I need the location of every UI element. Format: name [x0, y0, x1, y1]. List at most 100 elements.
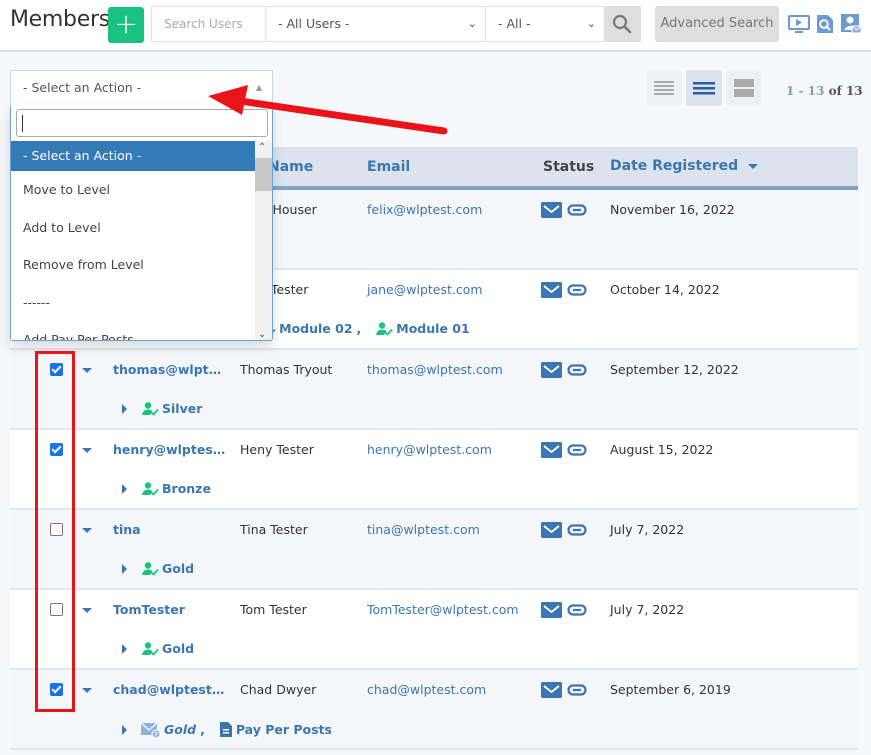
username-link[interactable]: tina — [113, 522, 228, 537]
date-registered: November 16, 2022 — [610, 202, 735, 217]
action-option[interactable]: Remove from Level — [11, 246, 256, 284]
status-filter-value: - All - — [498, 16, 531, 31]
scroll-up-icon[interactable]: ⌃ — [258, 142, 266, 153]
column-date-header[interactable]: Date Registered — [610, 158, 759, 174]
level-name: Module 02 — [279, 321, 353, 336]
expand-levels-icon[interactable] — [122, 403, 127, 414]
scroll-down-icon[interactable]: ⌄ — [258, 329, 266, 340]
status-icons — [541, 202, 587, 218]
email-icon[interactable] — [541, 282, 562, 298]
action-option[interactable]: - Select an Action - — [11, 141, 256, 171]
document-search-icon[interactable] — [814, 13, 836, 35]
action-option[interactable]: Add Pay Per Posts — [11, 321, 256, 340]
username-link[interactable]: chad@wlptest.com — [113, 682, 228, 697]
expand-row-icon[interactable] — [82, 368, 92, 373]
status-filter-select[interactable]: - All - ⌄ — [486, 7, 604, 41]
username-link[interactable]: henry@wlptest.com — [113, 442, 228, 457]
expand-levels-icon[interactable] — [122, 724, 127, 735]
view-normal-button[interactable] — [686, 70, 722, 106]
email-link[interactable]: TomTester@wlptest.com — [367, 602, 519, 617]
expand-levels-icon[interactable] — [122, 643, 127, 654]
scrollbar-thumb[interactable] — [255, 158, 272, 191]
svg-text:?: ? — [154, 731, 158, 738]
view-compact-button[interactable] — [646, 70, 682, 106]
link-icon[interactable] — [567, 444, 587, 456]
expand-row-icon[interactable] — [82, 688, 92, 693]
action-dropdown: - Select an Action - Move to Level Add t… — [10, 106, 273, 341]
member-active-icon — [376, 321, 393, 336]
email-link[interactable]: jane@wlptest.com — [367, 282, 483, 297]
email-link[interactable]: thomas@wlptest.com — [367, 362, 503, 377]
row-checkbox[interactable] — [50, 603, 63, 616]
email-icon[interactable] — [541, 442, 562, 458]
username-link[interactable]: thomas@wlptest.com — [113, 362, 228, 377]
row-checkbox[interactable] — [50, 363, 63, 376]
expand-row-icon[interactable] — [82, 608, 92, 613]
email-icon[interactable] — [541, 362, 562, 378]
view-expanded-button[interactable] — [726, 70, 762, 106]
level-separator: , — [356, 321, 362, 336]
expand-levels-icon[interactable] — [122, 563, 127, 574]
email-icon[interactable] — [541, 682, 562, 698]
action-options-list: - Select an Action - Move to Level Add t… — [11, 141, 256, 340]
member-name: Chad Dwyer — [240, 682, 317, 697]
row-checkbox[interactable] — [50, 443, 63, 456]
level-tag[interactable]: Gold — [141, 641, 194, 656]
action-option[interactable]: Add to Level — [11, 209, 256, 247]
email-link[interactable]: chad@wlptest.com — [367, 682, 486, 697]
link-icon[interactable] — [567, 524, 587, 536]
member-levels: Gold — [122, 561, 208, 576]
list-icon — [693, 82, 715, 95]
email-link[interactable]: henry@wlptest.com — [367, 442, 492, 457]
advanced-search-button[interactable]: Advanced Search — [655, 6, 779, 42]
row-checkbox[interactable] — [50, 683, 63, 696]
level-tag[interactable]: Module 02, — [258, 321, 361, 336]
row-checkbox[interactable] — [50, 523, 63, 536]
member-active-icon — [142, 641, 159, 656]
column-name-header[interactable]: Name — [268, 159, 313, 175]
dropdown-scrollbar[interactable]: ⌃ ⌄ — [255, 141, 272, 340]
member-name: Heny Tester — [240, 442, 314, 457]
pagination-total: 13 — [845, 84, 863, 98]
column-email-header[interactable]: Email — [367, 159, 410, 175]
email-icon[interactable] — [541, 602, 562, 618]
expanded-list-icon — [734, 79, 754, 97]
date-registered: August 15, 2022 — [610, 442, 714, 457]
link-icon[interactable] — [567, 284, 587, 296]
username-link[interactable]: TomTester — [113, 602, 228, 617]
search-users-input[interactable] — [152, 7, 266, 41]
email-pending-icon: ? — [141, 722, 161, 738]
action-option[interactable]: Move to Level — [11, 171, 256, 209]
user-filter-select[interactable]: - All Users - ⌄ — [266, 7, 486, 41]
expand-levels-icon[interactable] — [122, 483, 127, 494]
video-tutorial-icon[interactable] — [788, 13, 810, 35]
email-link[interactable]: tina@wlptest.com — [367, 522, 480, 537]
link-icon[interactable] — [567, 364, 587, 376]
level-tag[interactable]: ? Gold, — [141, 722, 205, 738]
user-email-icon[interactable] — [840, 13, 862, 35]
level-tag[interactable]: Module 01 — [375, 321, 470, 336]
level-tag[interactable]: Silver — [141, 401, 202, 416]
expand-row-icon[interactable] — [82, 448, 92, 453]
level-tag[interactable]: Bronze — [141, 481, 211, 496]
link-icon[interactable] — [567, 604, 587, 616]
level-tag[interactable]: Pay Per Posts — [219, 721, 332, 738]
level-tag[interactable]: Gold — [141, 561, 194, 576]
email-icon[interactable] — [541, 202, 562, 218]
link-icon[interactable] — [567, 204, 587, 216]
level-name: Gold — [162, 561, 195, 576]
table-row: thomas@wlptest.com Thomas Tryout thomas@wl… — [10, 350, 858, 430]
action-search-input[interactable] — [16, 109, 268, 137]
status-icons — [541, 522, 587, 538]
search-button[interactable] — [604, 7, 640, 41]
add-member-button[interactable]: + — [108, 7, 144, 43]
email-icon[interactable] — [541, 522, 562, 538]
expand-row-icon[interactable] — [82, 528, 92, 533]
page-title: Members — [10, 7, 110, 32]
email-link[interactable]: felix@wlptest.com — [367, 202, 482, 217]
link-icon[interactable] — [567, 684, 587, 696]
member-levels: ? Gold, Pay Per Posts — [122, 721, 346, 738]
level-name: Gold — [162, 641, 195, 656]
action-select[interactable]: - Select an Action - ▲ — [10, 70, 273, 106]
member-levels: Gold — [122, 641, 208, 656]
